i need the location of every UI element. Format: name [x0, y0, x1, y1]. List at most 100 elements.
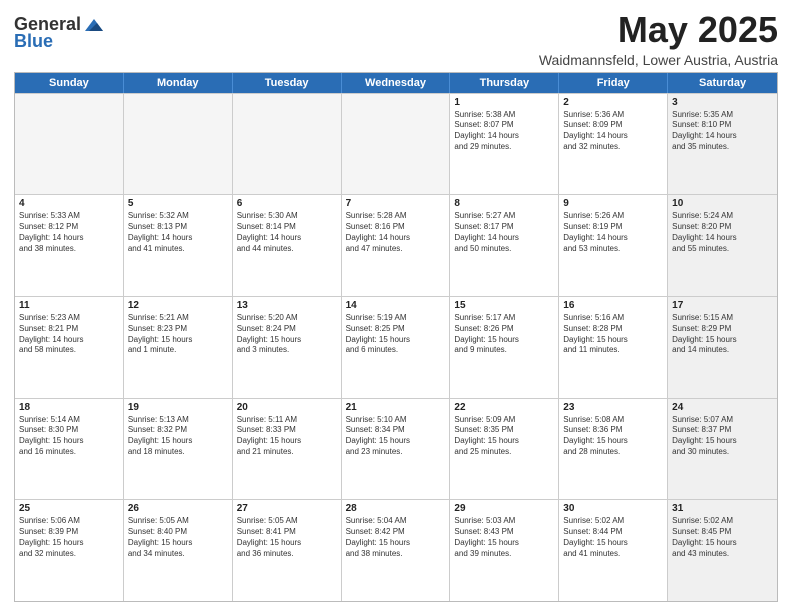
cell-text: Sunrise: 5:02 AM Sunset: 8:45 PM Dayligh… [672, 516, 773, 559]
title-block: May 2025 Waidmannsfeld, Lower Austria, A… [539, 10, 778, 68]
cal-cell: 11 Sunrise: 5:23 AM Sunset: 8:21 PM Dayli… [15, 297, 124, 398]
day-number: 30 [563, 503, 663, 514]
cal-cell: 5 Sunrise: 5:32 AM Sunset: 8:13 PM Daylig… [124, 195, 233, 296]
day-number: 27 [237, 503, 337, 514]
cal-cell: 13 Sunrise: 5:20 AM Sunset: 8:24 PM Dayli… [233, 297, 342, 398]
day-number: 1 [454, 97, 554, 108]
day-number: 23 [563, 402, 663, 413]
cell-text: Sunrise: 5:17 AM Sunset: 8:26 PM Dayligh… [454, 313, 554, 356]
cell-text: Sunrise: 5:05 AM Sunset: 8:41 PM Dayligh… [237, 516, 337, 559]
cal-cell: 30Sunrise: 5:02 AM Sunset: 8:44 PM Dayli… [559, 500, 668, 601]
cal-week-2: 4 Sunrise: 5:33 AM Sunset: 8:12 PM Daylig… [15, 194, 777, 296]
logo: General Blue [14, 14, 105, 52]
cal-cell [342, 94, 451, 195]
cal-cell: 25Sunrise: 5:06 AM Sunset: 8:39 PM Dayli… [15, 500, 124, 601]
cal-cell: 27 Sunrise: 5:05 AM Sunset: 8:41 PM Dayli… [233, 500, 342, 601]
cal-cell: 8 Sunrise: 5:27 AM Sunset: 8:17 PM Daylig… [450, 195, 559, 296]
day-number: 18 [19, 402, 119, 413]
cell-text: Sunrise: 5:36 AM Sunset: 8:09 PM Dayligh… [563, 110, 663, 153]
cal-cell: 15 Sunrise: 5:17 AM Sunset: 8:26 PM Dayli… [450, 297, 559, 398]
cal-cell: 19Sunrise: 5:13 AM Sunset: 8:32 PM Dayli… [124, 399, 233, 500]
day-number: 20 [237, 402, 337, 413]
header: General Blue May 2025 Waidmannsfeld, Low… [14, 10, 778, 68]
day-number: 15 [454, 300, 554, 311]
cell-text: Sunrise: 5:38 AM Sunset: 8:07 PM Dayligh… [454, 110, 554, 153]
cal-cell: 14 Sunrise: 5:19 AM Sunset: 8:25 PM Dayli… [342, 297, 451, 398]
cell-text: Sunrise: 5:10 AM Sunset: 8:34 PM Dayligh… [346, 415, 446, 458]
cal-cell: 29Sunrise: 5:03 AM Sunset: 8:43 PM Dayli… [450, 500, 559, 601]
page: General Blue May 2025 Waidmannsfeld, Low… [0, 0, 792, 612]
cal-header-cell-tuesday: Tuesday [233, 73, 342, 93]
day-number: 12 [128, 300, 228, 311]
cal-header-cell-sunday: Sunday [15, 73, 124, 93]
calendar-header-row: SundayMondayTuesdayWednesdayThursdayFrid… [15, 73, 777, 93]
cal-cell: 21 Sunrise: 5:10 AM Sunset: 8:34 PM Dayli… [342, 399, 451, 500]
day-number: 24 [672, 402, 773, 413]
cal-cell: 18 Sunrise: 5:14 AM Sunset: 8:30 PM Dayli… [15, 399, 124, 500]
day-number: 13 [237, 300, 337, 311]
location-title: Waidmannsfeld, Lower Austria, Austria [539, 52, 778, 68]
cell-text: Sunrise: 5:35 AM Sunset: 8:10 PM Dayligh… [672, 110, 773, 153]
cal-header-cell-thursday: Thursday [450, 73, 559, 93]
cal-week-1: 1 Sunrise: 5:38 AM Sunset: 8:07 PM Daylig… [15, 93, 777, 195]
cell-text: Sunrise: 5:28 AM Sunset: 8:16 PM Dayligh… [346, 211, 446, 254]
calendar: SundayMondayTuesdayWednesdayThursdayFrid… [14, 72, 778, 602]
day-number: 5 [128, 198, 228, 209]
cal-cell: 10 Sunrise: 5:24 AM Sunset: 8:20 PM Dayli… [668, 195, 777, 296]
cal-header-cell-monday: Monday [124, 73, 233, 93]
cell-text: Sunrise: 5:14 AM Sunset: 8:30 PM Dayligh… [19, 415, 119, 458]
day-number: 4 [19, 198, 119, 209]
cell-text: Sunrise: 5:24 AM Sunset: 8:20 PM Dayligh… [672, 211, 773, 254]
day-number: 11 [19, 300, 119, 311]
cal-cell [15, 94, 124, 195]
cal-cell: 3Sunrise: 5:35 AM Sunset: 8:10 PM Daylig… [668, 94, 777, 195]
cell-text: Sunrise: 5:07 AM Sunset: 8:37 PM Dayligh… [672, 415, 773, 458]
cal-cell: 24 Sunrise: 5:07 AM Sunset: 8:37 PM Dayli… [668, 399, 777, 500]
cell-text: Sunrise: 5:09 AM Sunset: 8:35 PM Dayligh… [454, 415, 554, 458]
day-number: 29 [454, 503, 554, 514]
cell-text: Sunrise: 5:32 AM Sunset: 8:13 PM Dayligh… [128, 211, 228, 254]
logo-icon [83, 17, 105, 33]
day-number: 26 [128, 503, 228, 514]
cal-cell: 7 Sunrise: 5:28 AM Sunset: 8:16 PM Daylig… [342, 195, 451, 296]
day-number: 2 [563, 97, 663, 108]
cell-text: Sunrise: 5:33 AM Sunset: 8:12 PM Dayligh… [19, 211, 119, 254]
cal-cell: 9Sunrise: 5:26 AM Sunset: 8:19 PM Daylig… [559, 195, 668, 296]
cal-cell [233, 94, 342, 195]
cal-week-5: 25Sunrise: 5:06 AM Sunset: 8:39 PM Dayli… [15, 499, 777, 601]
cal-cell: 26 Sunrise: 5:05 AM Sunset: 8:40 PM Dayli… [124, 500, 233, 601]
cell-text: Sunrise: 5:20 AM Sunset: 8:24 PM Dayligh… [237, 313, 337, 356]
day-number: 7 [346, 198, 446, 209]
cal-cell: 22 Sunrise: 5:09 AM Sunset: 8:35 PM Dayli… [450, 399, 559, 500]
day-number: 8 [454, 198, 554, 209]
cal-cell: 28Sunrise: 5:04 AM Sunset: 8:42 PM Dayli… [342, 500, 451, 601]
cell-text: Sunrise: 5:27 AM Sunset: 8:17 PM Dayligh… [454, 211, 554, 254]
day-number: 10 [672, 198, 773, 209]
day-number: 31 [672, 503, 773, 514]
cal-week-4: 18 Sunrise: 5:14 AM Sunset: 8:30 PM Dayli… [15, 398, 777, 500]
cal-cell: 12Sunrise: 5:21 AM Sunset: 8:23 PM Dayli… [124, 297, 233, 398]
month-title: May 2025 [539, 10, 778, 50]
cell-text: Sunrise: 5:23 AM Sunset: 8:21 PM Dayligh… [19, 313, 119, 356]
day-number: 28 [346, 503, 446, 514]
cal-cell: 23Sunrise: 5:08 AM Sunset: 8:36 PM Dayli… [559, 399, 668, 500]
day-number: 17 [672, 300, 773, 311]
day-number: 14 [346, 300, 446, 311]
day-number: 22 [454, 402, 554, 413]
day-number: 6 [237, 198, 337, 209]
cal-cell: 1 Sunrise: 5:38 AM Sunset: 8:07 PM Daylig… [450, 94, 559, 195]
cal-week-3: 11 Sunrise: 5:23 AM Sunset: 8:21 PM Dayli… [15, 296, 777, 398]
cal-cell: 20Sunrise: 5:11 AM Sunset: 8:33 PM Dayli… [233, 399, 342, 500]
cell-text: Sunrise: 5:15 AM Sunset: 8:29 PM Dayligh… [672, 313, 773, 356]
cell-text: Sunrise: 5:16 AM Sunset: 8:28 PM Dayligh… [563, 313, 663, 356]
cell-text: Sunrise: 5:13 AM Sunset: 8:32 PM Dayligh… [128, 415, 228, 458]
cal-cell: 16Sunrise: 5:16 AM Sunset: 8:28 PM Dayli… [559, 297, 668, 398]
calendar-body: 1 Sunrise: 5:38 AM Sunset: 8:07 PM Daylig… [15, 93, 777, 601]
day-number: 25 [19, 503, 119, 514]
cell-text: Sunrise: 5:26 AM Sunset: 8:19 PM Dayligh… [563, 211, 663, 254]
cal-cell: 4 Sunrise: 5:33 AM Sunset: 8:12 PM Daylig… [15, 195, 124, 296]
cell-text: Sunrise: 5:05 AM Sunset: 8:40 PM Dayligh… [128, 516, 228, 559]
cal-header-cell-saturday: Saturday [668, 73, 777, 93]
cell-text: Sunrise: 5:19 AM Sunset: 8:25 PM Dayligh… [346, 313, 446, 356]
day-number: 21 [346, 402, 446, 413]
